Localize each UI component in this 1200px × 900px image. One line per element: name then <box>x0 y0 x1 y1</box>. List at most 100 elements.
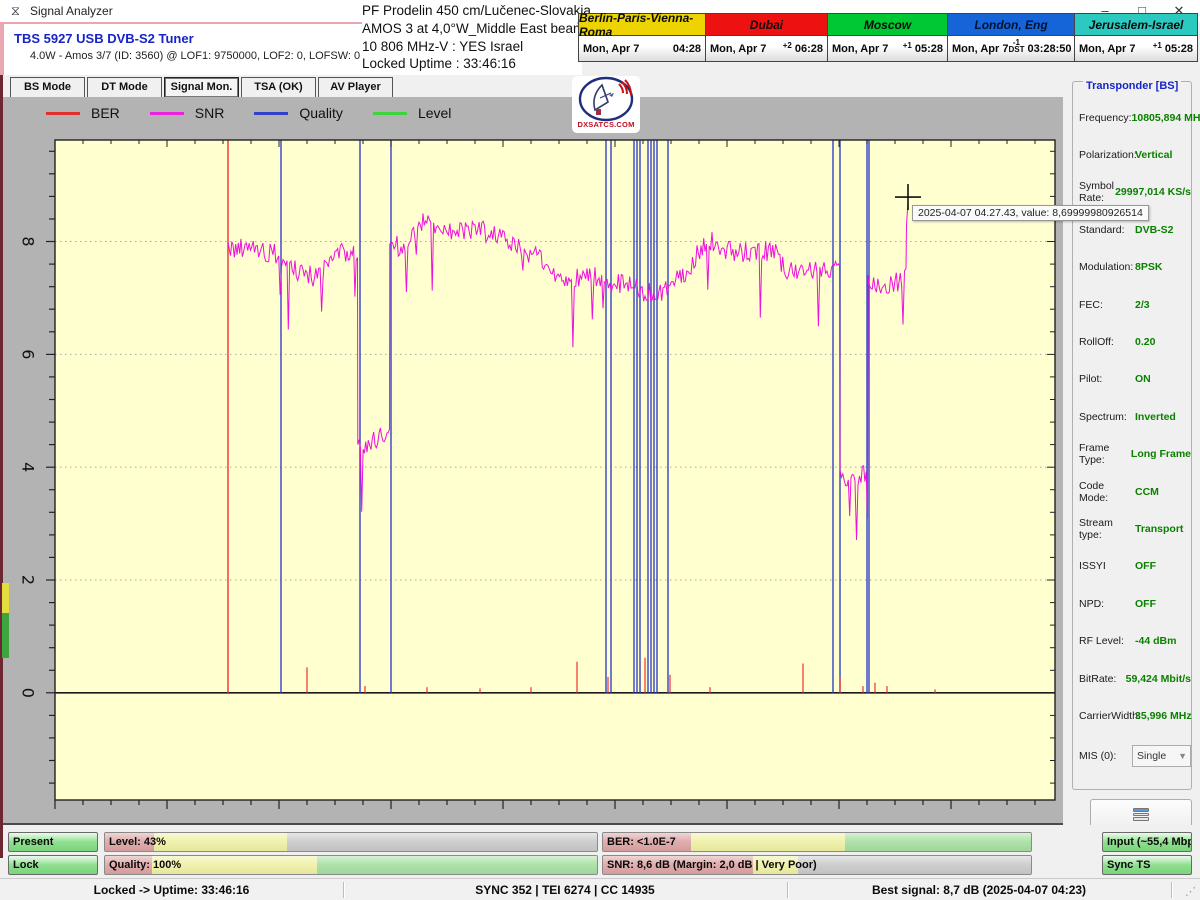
clock-city: Jerusalem-Israel <box>1075 14 1197 36</box>
transponder-row: Polarization:Vertical <box>1079 136 1191 173</box>
site-line-satellite: AMOS 3 at 4,0°W_Middle East beam <box>362 20 577 38</box>
transponder-row-label: Pilot: <box>1079 373 1135 385</box>
meter-bar-level: Level: 43% <box>104 832 598 852</box>
meter-label: Quality: 100% <box>109 856 181 874</box>
mis-selected-value: Single <box>1137 750 1166 762</box>
svg-text:8: 8 <box>19 236 38 246</box>
transponder-row-label: NPD: <box>1079 598 1135 610</box>
site-line-dish: PF Prodelin 450 cm/Lučenec-Slovakia <box>362 2 577 20</box>
clock-time: 06:28 <box>795 43 823 55</box>
transponder-row-label: Frame Type: <box>1079 442 1131 466</box>
status-separator <box>1171 882 1172 898</box>
transponder-row-label: FEC: <box>1079 299 1135 311</box>
background-window-edge <box>0 75 3 858</box>
chart-tooltip: 2025-04-07 04.27.43, value: 8,6999998092… <box>912 205 1149 221</box>
transponder-row-value: 10805,894 MHz <box>1132 112 1200 124</box>
meter-gloss <box>105 833 597 851</box>
logo-text: DXSATCS.COM <box>577 120 634 129</box>
transponder-row-value: OFF <box>1135 560 1156 572</box>
world-clocks: Berlin-Paris-Vienna-RomaMon, Apr 704:28D… <box>578 13 1198 62</box>
clock-time-cell: Mon, Apr 7+105:28 <box>1075 36 1197 61</box>
transponder-rows: Frequency:10805,894 MHzPolarization:Vert… <box>1079 99 1191 735</box>
resize-grip[interactable]: ⋰ <box>1185 887 1197 899</box>
signal-history-chart[interactable]: 02468 <box>0 97 1063 815</box>
transponder-row-value: 59,424 Mbit/s <box>1126 673 1191 685</box>
site-line-uptime: Locked Uptime : 33:46:16 <box>362 55 577 73</box>
clock-date: Mon, Apr 7 <box>952 43 1008 55</box>
transponder-row-value: OFF <box>1135 598 1156 610</box>
signal-chart-panel: BERSNRQualityLevel 02468 <box>0 97 1063 825</box>
tab-tsa-ok-[interactable]: TSA (OK) <box>241 77 316 98</box>
clock-utc-offset: +1 <box>1153 42 1165 49</box>
transponder-row: BitRate:59,424 Mbit/s <box>1079 660 1191 697</box>
database-icon <box>1133 808 1149 821</box>
transponder-row: Modulation:8PSK <box>1079 249 1191 286</box>
window-title: Signal Analyzer <box>30 4 113 18</box>
transponder-row-label: Polarization: <box>1079 149 1135 161</box>
app-icon: ⧖ <box>8 3 23 18</box>
svg-text:2: 2 <box>19 575 38 585</box>
site-line-frequency: 10 806 MHz-V : YES Israel <box>362 38 577 56</box>
status-indicator: Present <box>8 832 98 852</box>
background-sliver-yellow <box>2 583 9 613</box>
meter-label: Level: 43% <box>109 833 166 851</box>
transponder-row-value: ON <box>1135 373 1151 385</box>
meter-row: LockQuality: 100%SNR: 8,6 dB (Margin: 2,… <box>0 855 1200 875</box>
tab-bs-mode[interactable]: BS Mode <box>10 77 85 98</box>
clock-utc-offset: -1DST <box>1008 39 1027 53</box>
chevron-down-icon: ▼ <box>1178 751 1190 761</box>
transponder-row-label: ISSYI <box>1079 560 1135 572</box>
status-indicator: Input (~55,4 Mbps) <box>1102 832 1192 852</box>
tab-signal-mon-[interactable]: Signal Mon. <box>164 77 239 98</box>
transponder-title: Transponder [BS] <box>1083 80 1181 92</box>
transponder-row: Pilot:ON <box>1079 361 1191 398</box>
clock-time: 03:28:50 <box>1027 43 1071 55</box>
transponder-row-value: 2/3 <box>1135 299 1150 311</box>
clock-time-cell: Mon, Apr 7-1DST03:28:50 <box>948 36 1074 61</box>
status-lock-uptime: Locked -> Uptime: 33:46:16 <box>0 879 343 900</box>
transponder-row: FEC:2/3 <box>1079 286 1191 323</box>
clock-date: Mon, Apr 7 <box>832 43 888 55</box>
transponder-row: Code Mode:CCM <box>1079 473 1191 510</box>
transponder-row-label: Frequency: <box>1079 112 1132 124</box>
clock-column: London, EngMon, Apr 7-1DST03:28:50 <box>948 14 1075 61</box>
status-sync-counters: SYNC 352 | TEI 6274 | CC 14935 <box>343 879 787 900</box>
transponder-row: RF Level:-44 dBm <box>1079 622 1191 659</box>
svg-text:4: 4 <box>19 462 38 472</box>
clock-city: London, Eng <box>948 14 1074 36</box>
tuner-subtitle: 4.0W - Amos 3/7 (ID: 3560) @ LOF1: 97500… <box>30 50 360 62</box>
transponder-row-value: 29997,014 KS/s <box>1115 186 1191 198</box>
transponder-row: Stream type:Transport <box>1079 510 1191 547</box>
clock-column: Jerusalem-IsraelMon, Apr 7+105:28 <box>1075 14 1197 61</box>
tab-dt-mode[interactable]: DT Mode <box>87 77 162 98</box>
transponder-row-value: 0.20 <box>1135 336 1155 348</box>
clock-date: Mon, Apr 7 <box>710 43 766 55</box>
clock-time: 05:28 <box>915 43 943 55</box>
transponder-row-label: BitRate: <box>1079 673 1126 685</box>
clock-time-cell: Mon, Apr 704:28 <box>579 36 705 61</box>
clock-column: DubaiMon, Apr 7+206:28 <box>706 14 828 61</box>
clock-column: Berlin-Paris-Vienna-RomaMon, Apr 704:28 <box>579 14 706 61</box>
transponder-row-label: Modulation: <box>1079 261 1135 273</box>
transponder-row: NPD:OFF <box>1079 585 1191 622</box>
transponder-row: CarrierWidth:35,996 MHz <box>1079 697 1191 734</box>
transponder-row-label: CarrierWidth: <box>1079 710 1135 722</box>
transponder-row-value: 35,996 MHz <box>1135 710 1192 722</box>
transponder-row-value: -44 dBm <box>1135 635 1176 647</box>
mis-row: MIS (0): Single ▼ <box>1079 745 1191 767</box>
transponder-row-label: Stream type: <box>1079 517 1135 541</box>
clock-date: Mon, Apr 7 <box>583 43 639 55</box>
transponder-row: Frequency:10805,894 MHz <box>1079 99 1191 136</box>
clock-date: Mon, Apr 7 <box>1079 43 1135 55</box>
transponder-row-value: Inverted <box>1135 411 1176 423</box>
transponder-row-value: 8PSK <box>1135 261 1162 273</box>
status-indicator: Sync TS <box>1102 855 1192 875</box>
clock-time-cell: Mon, Apr 7 +105:28 <box>828 36 947 61</box>
clock-utc-offset: +1 <box>903 42 915 49</box>
transponder-row: ISSYIOFF <box>1079 548 1191 585</box>
clock-utc-offset: +2 <box>783 42 795 49</box>
satellite-dish-logo-graphic <box>575 76 637 122</box>
tab-av-player[interactable]: AV Player <box>318 77 393 98</box>
mis-label: MIS (0): <box>1079 750 1130 762</box>
mis-dropdown[interactable]: Single ▼ <box>1132 745 1191 767</box>
